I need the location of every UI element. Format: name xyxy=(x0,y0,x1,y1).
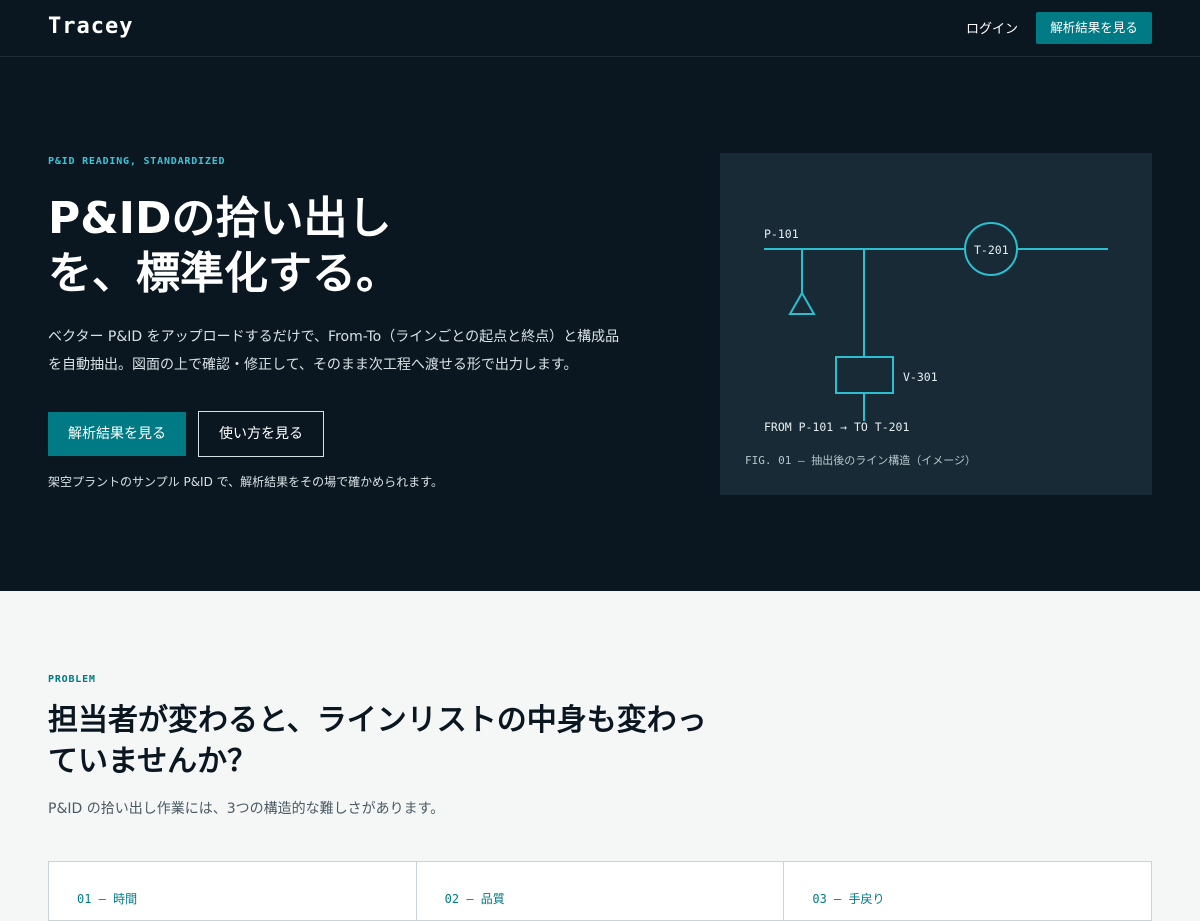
problem-subtitle: P&ID の拾い出し作業には、3つの構造的な難しさがあります。 xyxy=(48,801,445,817)
problem-title-line-1: 担当者が変わると、ラインリストの中身も変わっ xyxy=(48,703,707,738)
problem-card-rework: 03 — 手戻り xyxy=(784,862,1151,920)
label-t201: T-201 xyxy=(974,243,1009,257)
figure-caption: FIG. 01 — 抽出後のライン構造（イメージ） xyxy=(745,453,976,467)
login-link[interactable]: ログイン xyxy=(950,18,1034,37)
problem-title: 担当者が変わると、ラインリストの中身も変わっ ていませんか？ xyxy=(48,700,748,782)
view-results-button[interactable]: 解析結果を見る xyxy=(48,412,186,456)
problem-cards: 01 — 時間 02 — 品質 03 — 手戻り xyxy=(48,861,1152,921)
problem-card-quality: 02 — 品質 xyxy=(417,862,785,920)
label-p101: P-101 xyxy=(764,227,799,241)
brand-logo[interactable]: Tracey xyxy=(48,14,133,39)
hero-description-line-2: を自動抽出。図面の上で確認・修正して、そのまま次工程へ渡せる形で出力します。 xyxy=(48,357,578,373)
hero-title-line-1: P&IDの拾い出し xyxy=(48,193,392,244)
how-to-use-button[interactable]: 使い方を見る xyxy=(198,411,324,457)
card-label: 03 — 手戻り xyxy=(812,892,885,906)
hero-description: ベクター P&ID をアップロードするだけで、From-To（ラインごとの起点と… xyxy=(48,323,648,379)
pump-symbol xyxy=(788,290,816,315)
vessel-v301-symbol xyxy=(835,356,894,394)
label-v301: V-301 xyxy=(903,370,938,384)
hero-eyebrow: P&ID READING, STANDARDIZED xyxy=(48,156,226,167)
top-navigation-bar: Tracey ログイン 解析結果を見る xyxy=(0,0,1200,57)
card-label: 02 — 品質 xyxy=(444,892,505,906)
header-view-results-button[interactable]: 解析結果を見る xyxy=(1036,12,1152,44)
hero-section: P&ID READING, STANDARDIZED P&IDの拾い出し を、標… xyxy=(0,57,1200,591)
from-to-readout: FROM P-101 → TO T-201 xyxy=(764,420,909,434)
hero-title-line-2: を、標準化する。 xyxy=(48,248,400,299)
hero-note: 架空プラントのサンプル P&ID で、解析結果をその場で確かめられます。 xyxy=(48,475,443,489)
pid-figure-panel: P-101 T-201 V-301 FROM P-101 → TO T-201 … xyxy=(720,153,1152,495)
hero-title: P&IDの拾い出し を、標準化する。 xyxy=(48,191,568,301)
problem-card-time: 01 — 時間 xyxy=(49,862,417,920)
hero-description-line-1: ベクター P&ID をアップロードするだけで、From-To（ラインごとの起点と… xyxy=(48,329,620,345)
card-label: 01 — 時間 xyxy=(77,892,138,906)
pid-diagram: P-101 T-201 V-301 FROM P-101 → TO T-201 … xyxy=(745,222,1108,467)
problem-title-line-2: ていませんか？ xyxy=(48,744,258,779)
problem-eyebrow: PROBLEM xyxy=(48,674,96,685)
